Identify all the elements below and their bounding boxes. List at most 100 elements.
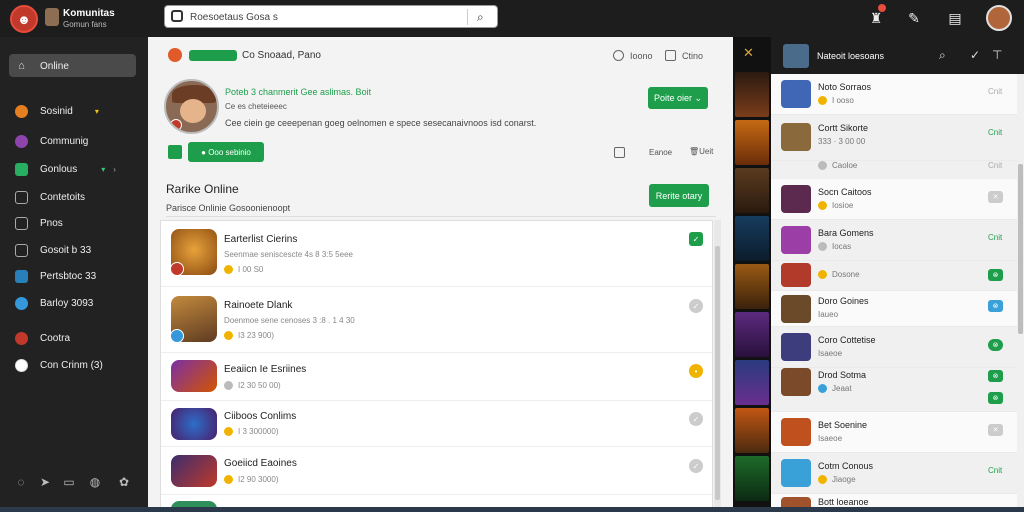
friend-thumbnail [781, 263, 811, 287]
logo-avatar[interactable]: ☻ [10, 5, 38, 33]
friend-row[interactable]: Cortt Sikorte 333 · 3 00 00 Cnit [771, 115, 1017, 161]
friend-row[interactable]: Doro Goines Iaueo ⊗ [771, 291, 1017, 327]
sidebar-item-label: Communig [40, 135, 89, 147]
sidebar-item-online[interactable]: ⌂ Online [15, 58, 69, 74]
option-ueit[interactable]: 🗑 Ueit [689, 147, 713, 156]
game-art-tile[interactable] [735, 312, 769, 357]
friend-row[interactable]: Cotm Conous Jiaoge Cnit [771, 453, 1017, 494]
friend-name: Noto Sorraos [818, 82, 872, 92]
status-check-icon[interactable]: ✓ [689, 459, 703, 473]
friend-row[interactable]: Drod Sotma Jeaat ⊗ [771, 368, 1017, 398]
friend-badge[interactable]: ⊗ [988, 300, 1003, 312]
friend-badge[interactable]: ⊗ [988, 370, 1003, 382]
sidebar-item-gosoit[interactable]: Gosoit b 33 [15, 242, 91, 258]
friend-row[interactable]: Noto Sorraos I ooso Cnit [771, 74, 1017, 115]
option-ioono[interactable]: Ioono [613, 50, 653, 61]
scrollbar-thumb[interactable] [715, 246, 720, 500]
settings-icon[interactable]: ✿ [117, 475, 131, 489]
game-art-tile[interactable] [735, 456, 769, 501]
chevron-down-icon[interactable]: ▾ [95, 107, 99, 116]
meta-value: I 00 S0 [238, 265, 264, 274]
game-art-tile[interactable] [735, 72, 769, 117]
scrollbar-thumb[interactable] [1018, 164, 1023, 334]
expand-icon[interactable]: ⊤ [992, 48, 1002, 62]
follow-button[interactable]: Poite oier ⌄ [648, 87, 708, 109]
sidebar-item-gonlous[interactable]: Gonlous ▾ › [15, 161, 116, 177]
record-icon [15, 331, 28, 345]
user-avatar[interactable] [986, 5, 1012, 31]
button-label: Ooo sebinio [208, 147, 251, 157]
friend-row[interactable]: Bet Soenine Isaeoe ✕ [771, 412, 1017, 453]
friend-badge[interactable]: ✕ [988, 424, 1003, 436]
status-badge [189, 50, 237, 61]
sidebar-item-contetoits[interactable]: Contetoits [15, 189, 85, 205]
game-art-tile[interactable] [735, 120, 769, 165]
status-coin-icon[interactable]: • [689, 364, 703, 378]
chevron-down-icon[interactable]: ▾ [101, 165, 105, 174]
thumb-badge-icon [170, 329, 184, 343]
game-art-tile[interactable] [735, 408, 769, 453]
thumb-badge-icon [170, 262, 184, 276]
status-check-icon[interactable]: ✓ [689, 232, 703, 246]
right-panel-title: Nateoit loesoans [817, 51, 885, 61]
section-title: Rarike Online [166, 182, 239, 196]
add-button[interactable]: ● Ooo sebinio [188, 142, 264, 162]
search-icon[interactable]: ⌕ [939, 48, 946, 63]
friend-row[interactable]: ⊗ [771, 392, 1017, 412]
chevron-right-icon[interactable]: › [113, 165, 116, 174]
check-square-icon[interactable] [168, 145, 182, 159]
game-art-tile[interactable] [735, 360, 769, 405]
friend-badge[interactable]: ✕ [988, 191, 1003, 203]
clock-icon [613, 50, 624, 61]
section-action-button[interactable]: Rerite otary [649, 184, 709, 207]
list-item[interactable]: Goeiicd Eaoines I2 90 3000) ✓ [161, 447, 712, 495]
brand-dot-icon [168, 48, 182, 62]
help-icon[interactable]: ◍ [88, 475, 102, 489]
game-thumbnail [170, 229, 217, 276]
send-icon[interactable]: ➤ [38, 475, 52, 489]
game-title: Rainoete Dlank [224, 300, 293, 311]
crossed-swords-icon[interactable]: ✕ [743, 45, 754, 61]
search-input[interactable]: Roesoetaus Gosa s ⌕ [164, 5, 498, 28]
pen-icon[interactable]: ✎ [904, 8, 924, 28]
friend-row[interactable]: Bara Gomens Iocas Cnit [771, 220, 1017, 261]
friend-row[interactable]: Caoloe Cnit [771, 161, 1017, 179]
game-art-tile[interactable] [735, 216, 769, 261]
friend-row[interactable]: Socn Caitoos Iosioe ✕ [771, 179, 1017, 220]
list-scrollbar[interactable] [714, 220, 721, 510]
option-eanoe[interactable]: Eanoe [614, 147, 672, 158]
profile-avatar[interactable] [164, 79, 219, 134]
sidebar: ⌂ Online Sosinid ▾ Communig Gonlous ▾ › … [0, 37, 148, 512]
friend-row[interactable]: Bott loeanoe [771, 494, 1017, 507]
friend-badge[interactable]: ⊗ [988, 392, 1003, 404]
globe-outline-icon[interactable]: ◌ [14, 475, 28, 489]
friend-badge[interactable]: ⊗ [988, 269, 1003, 281]
list-item[interactable]: Earterlist Cierins Seenmae seniscescte 4… [161, 221, 712, 287]
coin-icon [818, 242, 827, 251]
meta-value: I ooso [832, 96, 854, 105]
document-icon[interactable]: ▤ [945, 8, 965, 28]
sidebar-item-sosinid[interactable]: Sosinid ▾ [15, 103, 99, 119]
friend-badge[interactable]: ⊗ [988, 339, 1003, 351]
game-art-tile[interactable] [735, 168, 769, 213]
chat-icon[interactable]: ▭ [62, 475, 76, 489]
sidebar-item-pertsbtoc[interactable]: Pertsbtoc 33 [15, 268, 96, 284]
list-item[interactable]: Ciiboos Conlims I 3 300000) ✓ [161, 401, 712, 447]
game-art-tile[interactable] [735, 264, 769, 309]
sidebar-item-communig[interactable]: Communig [15, 133, 88, 149]
check-icon[interactable]: ✓ [970, 48, 980, 62]
option-ctino[interactable]: Ctino [665, 50, 703, 61]
right-panel-scrollbar[interactable] [1017, 74, 1024, 507]
sidebar-item-barloy[interactable]: Barloy 3093 [15, 295, 93, 311]
sidebar-item-con-crinm[interactable]: Con Crinm (3) [15, 357, 103, 373]
friend-row[interactable]: Dosone ⊗ [771, 261, 1017, 291]
list-item[interactable]: Rainoete Dlank Doenmoe sene cenoses 3 :8… [161, 287, 712, 353]
sidebar-item-pnos[interactable]: Pnos [15, 215, 63, 231]
list-item[interactable]: Eeaiicn Ie Esriines I2 30 50 00) • [161, 353, 712, 401]
status-check-icon[interactable]: ✓ [689, 299, 703, 313]
friend-thumbnail [781, 123, 811, 151]
sidebar-item-cootra[interactable]: Cootra [15, 330, 70, 346]
status-check-icon[interactable]: ✓ [689, 412, 703, 426]
search-icon[interactable]: ⌕ [477, 10, 484, 25]
friend-row[interactable]: Coro Cottetise Isaeoe ⊗ [771, 327, 1017, 368]
